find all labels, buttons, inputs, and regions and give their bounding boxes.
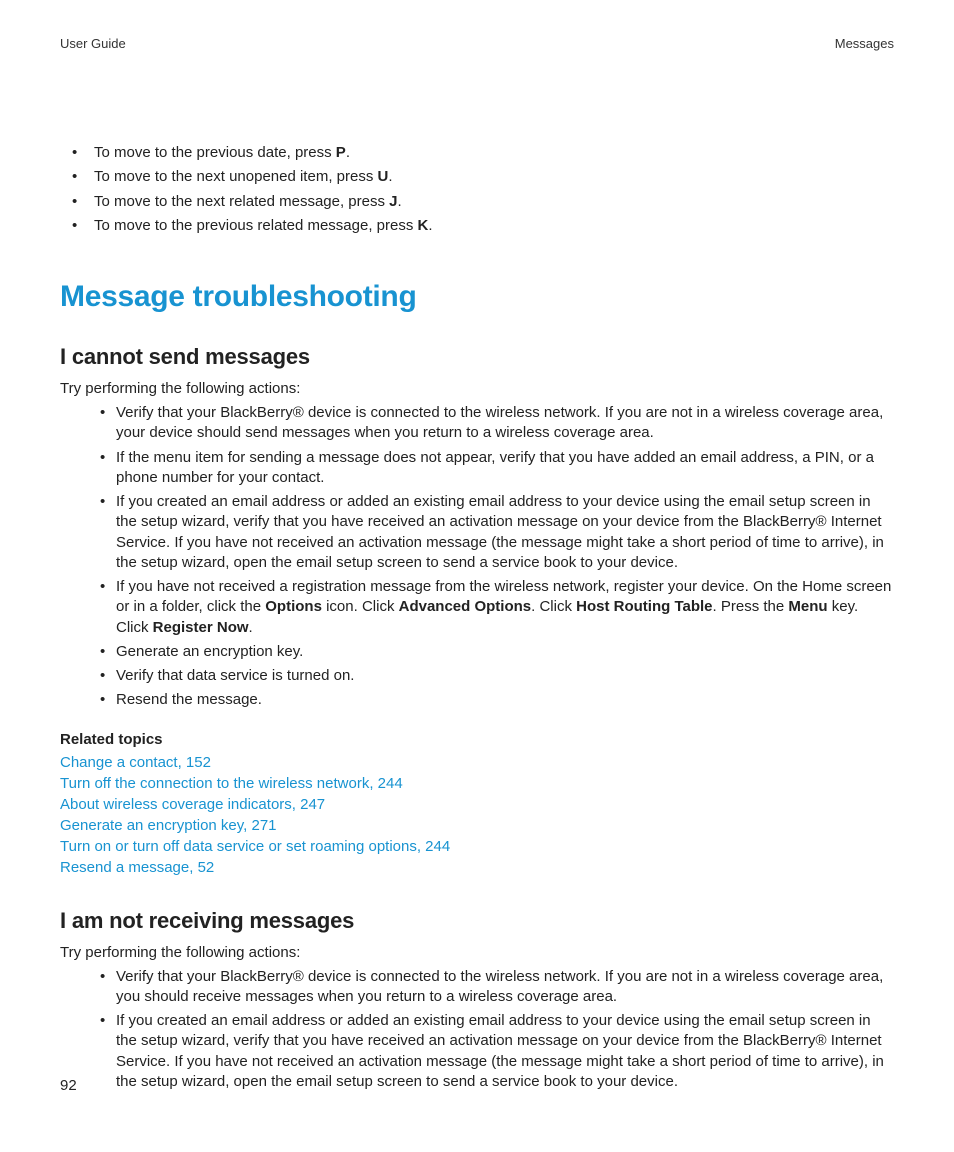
section-title: Message troubleshooting [60,280,894,314]
step-list: Verify that your BlackBerry® device is c… [60,967,894,1093]
related-link[interactable]: Turn on or turn off data service or set … [60,836,894,857]
step-text: . Press the [713,598,789,615]
header-left: User Guide [60,36,126,51]
step-item: Generate an encryption key. [116,642,894,662]
key-label: J [389,193,397,210]
shortcut-tip: To move to the previous date, press P. [94,143,894,163]
intro-text: Try performing the following actions: [60,380,894,397]
page: User Guide Messages To move to the previ… [0,0,954,1152]
step-text: icon. Click [322,598,399,615]
related-link[interactable]: Generate an encryption key, 271 [60,815,894,836]
related-link[interactable]: Turn off the connection to the wireless … [60,773,894,794]
step-item: If you created an email address or added… [116,492,894,573]
step-item: Resend the message. [116,690,894,710]
related-link[interactable]: Change a contact, 152 [60,752,894,773]
related-link[interactable]: Resend a message, 52 [60,857,894,878]
subsection-heading: I am not receiving messages [60,908,894,934]
step-item: If the menu item for sending a message d… [116,448,894,489]
step-item: If you have not received a registration … [116,577,894,638]
shortcut-tip: To move to the next unopened item, press… [94,167,894,187]
tip-text: To move to the previous related message,… [94,217,418,234]
header-right: Messages [835,36,894,51]
shortcut-tip: To move to the next related message, pre… [94,192,894,212]
tip-text: To move to the next unopened item, press [94,168,378,185]
ui-label: Menu [788,598,827,615]
step-item: Verify that data service is turned on. [116,666,894,686]
related-links: Change a contact, 152Turn off the connec… [60,752,894,878]
ui-label: Register Now [153,619,249,636]
step-list: Verify that your BlackBerry® device is c… [60,403,894,711]
page-number: 92 [60,1077,77,1094]
tip-text: To move to the next related message, pre… [94,193,389,210]
tip-text: . [398,193,402,210]
step-text: . Click [531,598,576,615]
related-topics-heading: Related topics [60,731,894,748]
subsection-heading: I cannot send messages [60,344,894,370]
key-label: U [378,168,389,185]
ui-label: Host Routing Table [576,598,712,615]
tip-text: To move to the previous date, press [94,144,336,161]
tip-text: . [428,217,432,234]
step-item: Verify that your BlackBerry® device is c… [116,967,894,1008]
step-item: If you created an email address or added… [116,1011,894,1092]
tip-text: . [346,144,350,161]
page-header: User Guide Messages [60,36,894,51]
shortcut-tip-list: To move to the previous date, press P.To… [60,143,894,236]
related-link[interactable]: About wireless coverage indicators, 247 [60,794,894,815]
tip-text: . [388,168,392,185]
key-label: P [336,144,346,161]
shortcut-tip: To move to the previous related message,… [94,216,894,236]
step-item: Verify that your BlackBerry® device is c… [116,403,894,444]
ui-label: Options [265,598,322,615]
ui-label: Advanced Options [399,598,532,615]
intro-text: Try performing the following actions: [60,944,894,961]
key-label: K [418,217,429,234]
step-text: . [249,619,253,636]
